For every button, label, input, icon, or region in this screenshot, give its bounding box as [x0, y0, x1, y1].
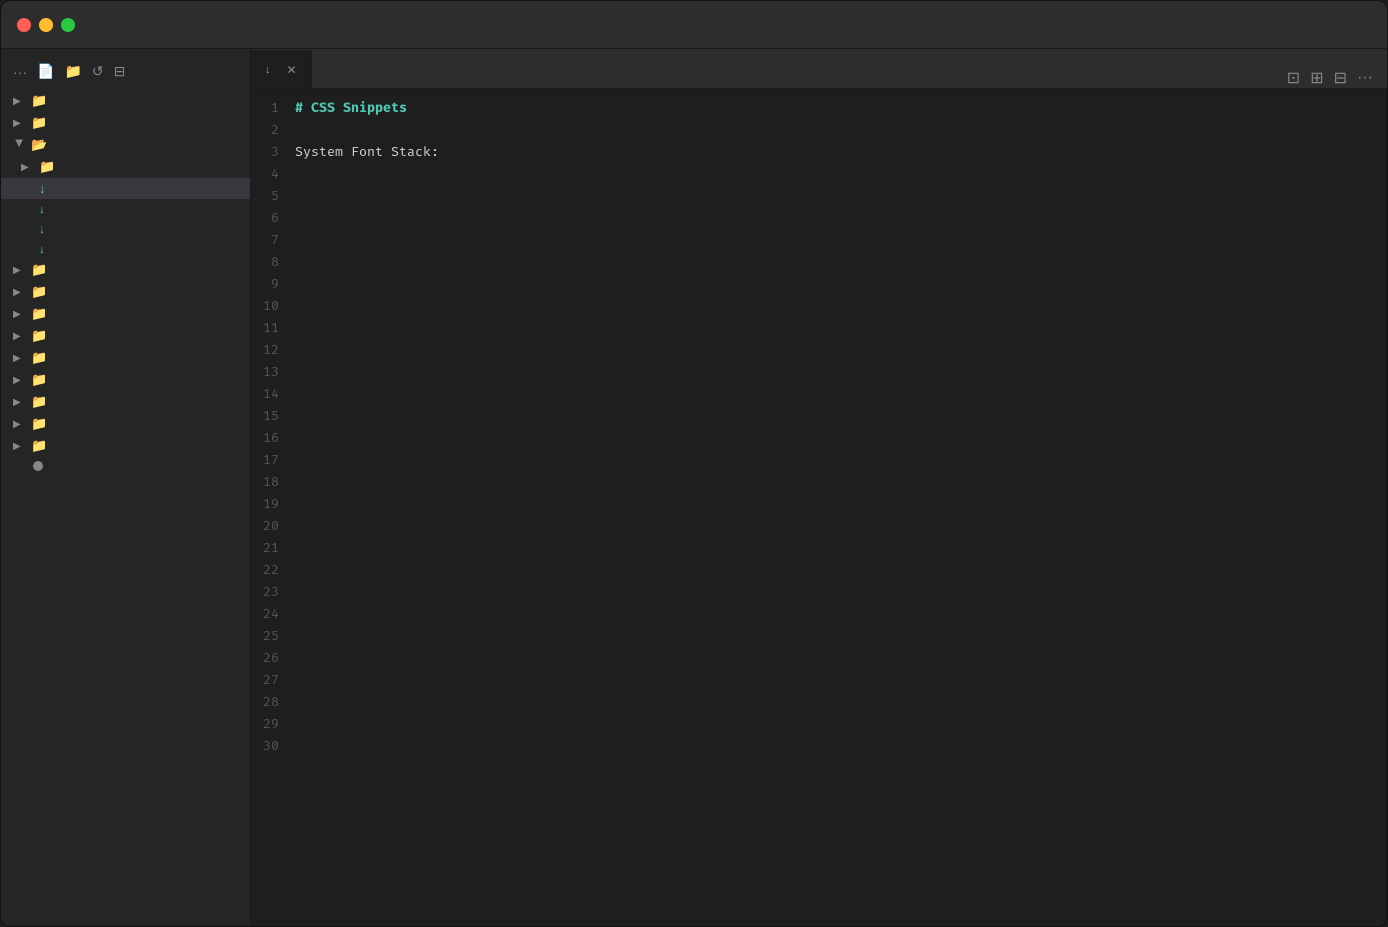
minimize-button[interactable]	[39, 18, 53, 32]
preview-icon[interactable]: ⊞	[1310, 68, 1323, 88]
folder-icon-open: 📂	[31, 137, 47, 153]
folder-icon: 📁	[31, 284, 47, 300]
editor-split: 12345 678910 1112131415 1617181920 21222…	[251, 89, 1387, 926]
layout-icon[interactable]: ⊟	[1334, 68, 1347, 88]
main-layout: ··· 📄 📁 ↺ ⊟ ▶ 📁 ▶ 📁 ▶ 📂	[1, 49, 1387, 926]
folder-icon: 📁	[39, 159, 55, 175]
code-scroll[interactable]: 12345 678910 1112131415 1617181920 21222…	[251, 89, 1386, 926]
chevron-right-icon: ▶	[13, 309, 25, 320]
chevron-right-icon: ▶	[13, 331, 25, 342]
traffic-lights	[17, 18, 75, 32]
file-icon-css: ↓	[39, 181, 46, 196]
ellipsis-icon[interactable]: ···	[13, 64, 27, 80]
sidebar-item-writing[interactable]: ▶ 📁	[1, 435, 250, 457]
chevron-right-icon: ▶	[13, 287, 25, 298]
chevron-right-icon: ▶	[21, 162, 33, 173]
chevron-right-icon: ▶	[13, 353, 25, 364]
sidebar-item-terminal-commands[interactable]: ▶ ↓	[1, 239, 250, 259]
folder-icon: 📁	[31, 115, 47, 131]
tab-bar: ↓ ✕ ⊡ ⊞ ⊟ ···	[251, 49, 1387, 89]
sidebar: ··· 📄 📁 ↺ ⊟ ▶ 📁 ▶ 📁 ▶ 📂	[1, 49, 251, 926]
folder-icon: 📁	[31, 394, 47, 410]
sidebar-item-personal[interactable]: ▶ 📁	[1, 391, 250, 413]
refresh-icon[interactable]: ↺	[92, 63, 104, 80]
editor-tab-css-snippets[interactable]: ↓ ✕	[251, 50, 312, 88]
chevron-right-icon: ▶	[13, 441, 25, 452]
title-bar	[1, 1, 1387, 49]
chevron-right-icon: ▶	[13, 375, 25, 386]
sidebar-item-marketing[interactable]: ▶ 📁	[1, 325, 250, 347]
sidebar-item-gitignore[interactable]: ▶	[1, 457, 250, 474]
folder-icon: 📁	[31, 306, 47, 322]
chevron-down-icon: ▶	[14, 139, 25, 151]
sidebar-item-books[interactable]: ▶ 📁	[1, 112, 250, 134]
chevron-right-icon: ▶	[13, 265, 25, 276]
sidebar-item-html-snippets[interactable]: ▶ ↓	[1, 199, 250, 219]
chevron-right-icon: ▶	[13, 397, 25, 408]
gitignore-dot-icon	[33, 461, 43, 471]
sidebar-item-public-orgs[interactable]: ▶ ↓	[1, 219, 250, 239]
code-pane[interactable]: 12345 678910 1112131415 1617181920 21222…	[251, 89, 1387, 926]
file-icon-html: ↓	[39, 202, 45, 216]
code-editor[interactable]: # CSS Snippets System Font Stack:	[295, 89, 1386, 926]
sidebar-toolbar: ··· 📄 📁 ↺ ⊟	[1, 57, 250, 90]
new-file-icon[interactable]: 📄	[37, 63, 54, 80]
folder-icon: 📁	[31, 328, 47, 344]
app-window: ··· 📄 📁 ↺ ⊟ ▶ 📁 ▶ 📁 ▶ 📂	[0, 0, 1388, 927]
line-numbers: 12345 678910 1112131415 1617181920 21222…	[251, 89, 295, 926]
sidebar-item-journal[interactable]: ▶ 📁	[1, 303, 250, 325]
sidebar-item-inbox[interactable]: ▶ 📁	[1, 281, 250, 303]
sidebar-item-dev[interactable]: ▶ 📂	[1, 134, 250, 156]
collapse-icon[interactable]: ⊟	[114, 63, 126, 80]
tab-close-button[interactable]: ✕	[287, 63, 297, 77]
sidebar-item-meditations[interactable]: ▶ 📁	[1, 347, 250, 369]
folder-icon: 📁	[31, 416, 47, 432]
folder-icon: 📁	[31, 372, 47, 388]
file-icon-terminal: ↓	[39, 242, 45, 256]
split-icon[interactable]: ⊡	[1287, 68, 1300, 88]
editor-area: ↓ ✕ ⊡ ⊞ ⊟ ··· 12345	[251, 49, 1387, 926]
file-icon-public: ↓	[39, 222, 45, 236]
chevron-right-icon: ▶	[13, 419, 25, 430]
more-icon[interactable]: ···	[1357, 69, 1373, 87]
chevron-right-icon: ▶	[13, 118, 25, 129]
folder-icon: 📁	[31, 438, 47, 454]
sidebar-item-css-snippets[interactable]: ▶ ↓	[1, 178, 250, 199]
tab-actions: ⊡ ⊞ ⊟ ···	[1273, 68, 1387, 88]
folder-icon: 📁	[31, 262, 47, 278]
sidebar-item-song-lyrics[interactable]: ▶ 📁	[1, 413, 250, 435]
new-folder-icon[interactable]: 📁	[64, 63, 81, 80]
folder-icon: 📁	[31, 93, 47, 109]
sidebar-item-habits[interactable]: ▶ 📁	[1, 259, 250, 281]
folder-icon: 📁	[31, 350, 47, 366]
sidebar-item-na[interactable]: ▶ 📁	[1, 369, 250, 391]
tab-group: ↓ ✕	[251, 49, 1273, 88]
tab-file-icon: ↓	[265, 64, 271, 76]
maximize-button[interactable]	[61, 18, 75, 32]
close-button[interactable]	[17, 18, 31, 32]
sidebar-item-bookmarks[interactable]: ▶ 📁	[1, 156, 250, 178]
chevron-right-icon: ▶	[13, 96, 25, 107]
sidebar-item-blog[interactable]: ▶ 📁	[1, 90, 250, 112]
